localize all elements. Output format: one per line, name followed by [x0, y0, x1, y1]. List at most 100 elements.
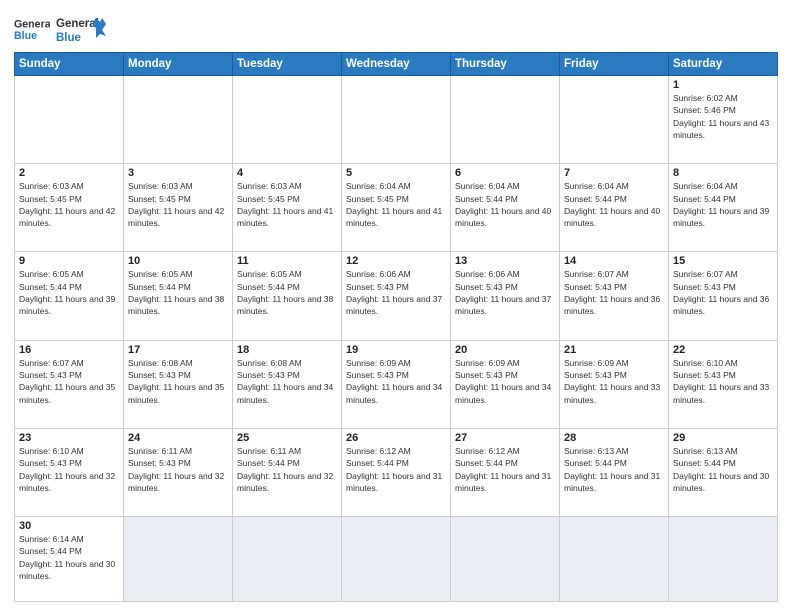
day-number: 4 [237, 167, 337, 179]
calendar-cell: 1Sunrise: 6:02 AMSunset: 5:46 PMDaylight… [669, 76, 778, 164]
day-info: Sunrise: 6:06 AMSunset: 5:43 PMDaylight:… [346, 268, 446, 317]
day-info: Sunrise: 6:08 AMSunset: 5:43 PMDaylight:… [237, 357, 337, 406]
day-info: Sunrise: 6:05 AMSunset: 5:44 PMDaylight:… [128, 268, 228, 317]
calendar-cell: 21Sunrise: 6:09 AMSunset: 5:43 PMDayligh… [560, 340, 669, 428]
calendar-cell: 30Sunrise: 6:14 AMSunset: 5:44 PMDayligh… [15, 517, 124, 602]
calendar-cell: 12Sunrise: 6:06 AMSunset: 5:43 PMDayligh… [342, 252, 451, 340]
general-blue-logo-graphic: General Blue [56, 14, 106, 46]
calendar-week-row: 30Sunrise: 6:14 AMSunset: 5:44 PMDayligh… [15, 517, 778, 602]
day-number: 25 [237, 432, 337, 444]
day-info: Sunrise: 6:07 AMSunset: 5:43 PMDaylight:… [19, 357, 119, 406]
day-number: 29 [673, 432, 773, 444]
calendar-cell [233, 76, 342, 164]
day-info: Sunrise: 6:14 AMSunset: 5:44 PMDaylight:… [19, 533, 119, 582]
calendar-week-row: 9Sunrise: 6:05 AMSunset: 5:44 PMDaylight… [15, 252, 778, 340]
calendar-cell: 3Sunrise: 6:03 AMSunset: 5:45 PMDaylight… [124, 164, 233, 252]
calendar-cell: 27Sunrise: 6:12 AMSunset: 5:44 PMDayligh… [451, 428, 560, 516]
day-info: Sunrise: 6:13 AMSunset: 5:44 PMDaylight:… [673, 445, 773, 494]
weekday-header-thursday: Thursday [451, 53, 560, 76]
calendar-cell: 13Sunrise: 6:06 AMSunset: 5:43 PMDayligh… [451, 252, 560, 340]
calendar-cell [342, 76, 451, 164]
calendar-cell: 4Sunrise: 6:03 AMSunset: 5:45 PMDaylight… [233, 164, 342, 252]
day-number: 20 [455, 344, 555, 356]
day-info: Sunrise: 6:05 AMSunset: 5:44 PMDaylight:… [19, 268, 119, 317]
calendar-week-row: 1Sunrise: 6:02 AMSunset: 5:46 PMDaylight… [15, 76, 778, 164]
day-number: 22 [673, 344, 773, 356]
day-number: 10 [128, 255, 228, 267]
day-number: 11 [237, 255, 337, 267]
day-number: 30 [19, 520, 119, 532]
day-info: Sunrise: 6:13 AMSunset: 5:44 PMDaylight:… [564, 445, 664, 494]
day-number: 3 [128, 167, 228, 179]
calendar-cell [124, 76, 233, 164]
calendar-cell: 15Sunrise: 6:07 AMSunset: 5:43 PMDayligh… [669, 252, 778, 340]
day-info: Sunrise: 6:02 AMSunset: 5:46 PMDaylight:… [673, 92, 773, 141]
day-info: Sunrise: 6:07 AMSunset: 5:43 PMDaylight:… [564, 268, 664, 317]
day-info: Sunrise: 6:09 AMSunset: 5:43 PMDaylight:… [564, 357, 664, 406]
day-info: Sunrise: 6:06 AMSunset: 5:43 PMDaylight:… [455, 268, 555, 317]
calendar-cell [560, 76, 669, 164]
weekday-header-saturday: Saturday [669, 53, 778, 76]
day-number: 7 [564, 167, 664, 179]
day-number: 6 [455, 167, 555, 179]
calendar-cell [669, 517, 778, 602]
calendar-week-row: 2 Sunrise: 6:03 AMSunset: 5:45 PMDaylight… [15, 164, 778, 252]
day-number: 13 [455, 255, 555, 267]
svg-text:Blue: Blue [14, 30, 37, 42]
day-info: Sunrise: 6:10 AMSunset: 5:43 PMDaylight:… [673, 357, 773, 406]
calendar-cell [560, 517, 669, 602]
day-number: 12 [346, 255, 446, 267]
day-number: 1 [673, 79, 773, 91]
day-info: Sunrise: 6:09 AMSunset: 5:43 PMDaylight:… [455, 357, 555, 406]
day-number: 17 [128, 344, 228, 356]
calendar-cell [15, 76, 124, 164]
day-number: 28 [564, 432, 664, 444]
day-info: Sunrise: 6:04 AMSunset: 5:45 PMDaylight:… [346, 180, 446, 229]
weekday-header-friday: Friday [560, 53, 669, 76]
calendar-cell: 29Sunrise: 6:13 AMSunset: 5:44 PMDayligh… [669, 428, 778, 516]
calendar-cell: 8Sunrise: 6:04 AMSunset: 5:44 PMDaylight… [669, 164, 778, 252]
day-info: Sunrise: 6:11 AMSunset: 5:43 PMDaylight:… [128, 445, 228, 494]
calendar-cell: 2Sunrise: 6:03 AMSunset: 5:45 PMDaylight… [15, 164, 124, 252]
calendar-week-row: 23Sunrise: 6:10 AMSunset: 5:43 PMDayligh… [15, 428, 778, 516]
day-number: 26 [346, 432, 446, 444]
day-info: Sunrise: 6:05 AMSunset: 5:44 PMDaylight:… [237, 268, 337, 317]
day-info: Sunrise: 6:12 AMSunset: 5:44 PMDaylight:… [346, 445, 446, 494]
day-number: 16 [19, 344, 119, 356]
day-number: 15 [673, 255, 773, 267]
calendar-cell: 17Sunrise: 6:08 AMSunset: 5:43 PMDayligh… [124, 340, 233, 428]
day-info: Sunrise: 6:03 AMSunset: 5:45 PMDaylight:… [128, 180, 228, 229]
day-number: 27 [455, 432, 555, 444]
day-info: Sunrise: 6:07 AMSunset: 5:43 PMDaylight:… [673, 268, 773, 317]
day-number: 5 [346, 167, 446, 179]
header: General Blue General Blue [14, 10, 778, 46]
calendar-cell: 14Sunrise: 6:07 AMSunset: 5:43 PMDayligh… [560, 252, 669, 340]
logo-icon: General Blue [14, 16, 50, 44]
day-info: Sunrise: 6:04 AMSunset: 5:44 PMDaylight:… [455, 180, 555, 229]
calendar-header: SundayMondayTuesdayWednesdayThursdayFrid… [15, 53, 778, 76]
day-number: 21 [564, 344, 664, 356]
day-number: 18 [237, 344, 337, 356]
svg-text:Blue: Blue [56, 32, 81, 44]
weekday-header-sunday: Sunday [15, 53, 124, 76]
day-info: Sunrise: 6:09 AMSunset: 5:43 PMDaylight:… [346, 357, 446, 406]
calendar-body: 1Sunrise: 6:02 AMSunset: 5:46 PMDaylight… [15, 76, 778, 602]
calendar-cell: 6Sunrise: 6:04 AMSunset: 5:44 PMDaylight… [451, 164, 560, 252]
calendar-cell: 7Sunrise: 6:04 AMSunset: 5:44 PMDaylight… [560, 164, 669, 252]
calendar-cell: 18Sunrise: 6:08 AMSunset: 5:43 PMDayligh… [233, 340, 342, 428]
day-number: 14 [564, 255, 664, 267]
calendar-cell [124, 517, 233, 602]
day-info: Sunrise: 6:08 AMSunset: 5:43 PMDaylight:… [128, 357, 228, 406]
day-number: 2 [19, 167, 119, 179]
page: General Blue General Blue SundayMondayTu… [0, 0, 792, 612]
day-info: Sunrise: 6:04 AMSunset: 5:44 PMDaylight:… [673, 180, 773, 229]
calendar-week-row: 16Sunrise: 6:07 AMSunset: 5:43 PMDayligh… [15, 340, 778, 428]
day-number: 24 [128, 432, 228, 444]
calendar-cell [233, 517, 342, 602]
day-number: 19 [346, 344, 446, 356]
calendar-cell: 23Sunrise: 6:10 AMSunset: 5:43 PMDayligh… [15, 428, 124, 516]
day-info: Sunrise: 6:04 AMSunset: 5:44 PMDaylight:… [564, 180, 664, 229]
day-info: Sunrise: 6:12 AMSunset: 5:44 PMDaylight:… [455, 445, 555, 494]
calendar-cell: 9Sunrise: 6:05 AMSunset: 5:44 PMDaylight… [15, 252, 124, 340]
calendar-cell: 11Sunrise: 6:05 AMSunset: 5:44 PMDayligh… [233, 252, 342, 340]
